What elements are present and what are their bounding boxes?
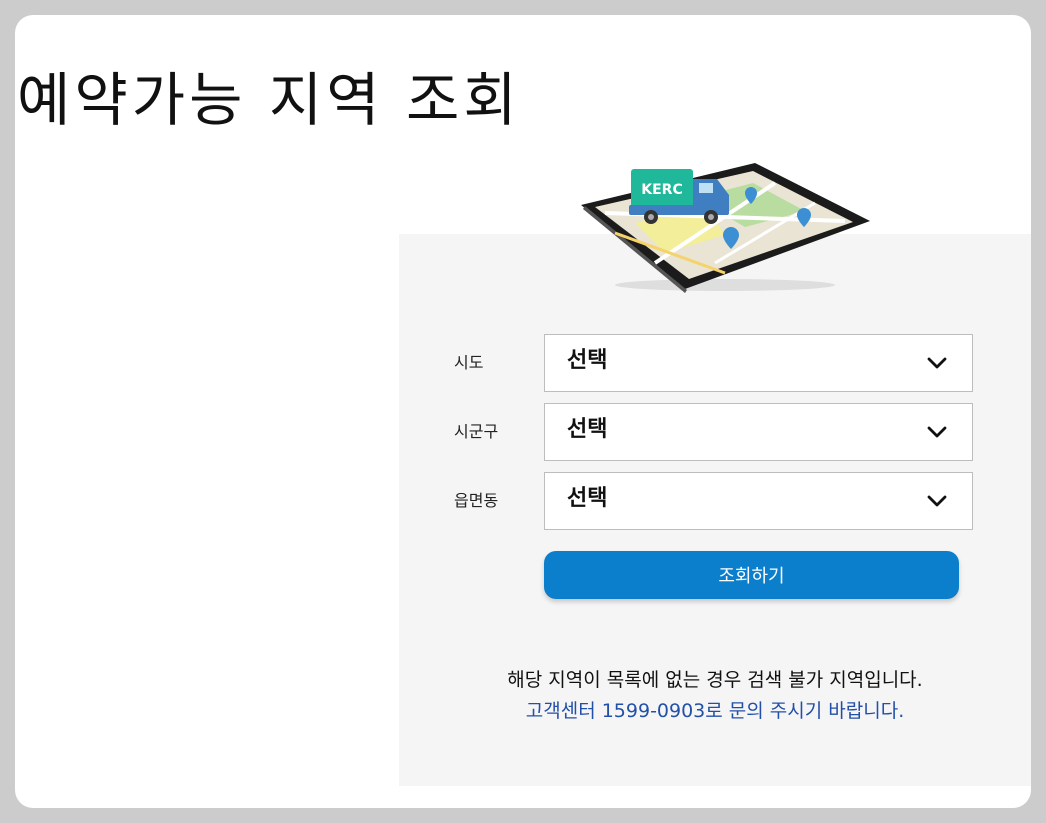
sido-row: 시도 선택 [454, 334, 974, 392]
tablet-map-illustration: KERC [581, 163, 870, 293]
notice-contact-text: 고객센터 1599-0903로 문의 주시기 바랍니다. [525, 700, 905, 722]
sigungu-select[interactable]: 선택 [544, 403, 973, 461]
page-title: 예약가능 지역 조회 [17, 65, 521, 134]
eupmyeondong-select-value: 선택 [567, 486, 608, 511]
chevron-down-icon [927, 495, 947, 507]
sigungu-label: 시군구 [454, 422, 499, 441]
sido-label: 시도 [454, 353, 484, 372]
chevron-down-icon [927, 426, 947, 438]
chevron-down-icon [927, 357, 947, 369]
eupmyeondong-row: 읍면동 선택 [454, 472, 974, 530]
sigungu-select-value: 선택 [567, 417, 608, 442]
sigungu-row: 시군구 선택 [454, 403, 974, 461]
sido-select-value: 선택 [567, 348, 608, 373]
notice-text: 해당 지역이 목록에 없는 경우 검색 불가 지역입니다. 고객센터 1599-… [399, 665, 1031, 727]
eupmyeondong-select[interactable]: 선택 [544, 472, 973, 530]
search-button[interactable]: 조회하기 [544, 551, 959, 599]
sido-select[interactable]: 선택 [544, 334, 973, 392]
truck-logo-text: KERC [641, 182, 682, 198]
main-card: 예약가능 지역 조회 KERC 시도 선택 시군구 선택 읍면동 선택 조회하기… [15, 15, 1031, 808]
notice-unavailable-text: 해당 지역이 목록에 없는 경우 검색 불가 지역입니다. [507, 669, 923, 691]
eupmyeondong-label: 읍면동 [454, 491, 499, 510]
